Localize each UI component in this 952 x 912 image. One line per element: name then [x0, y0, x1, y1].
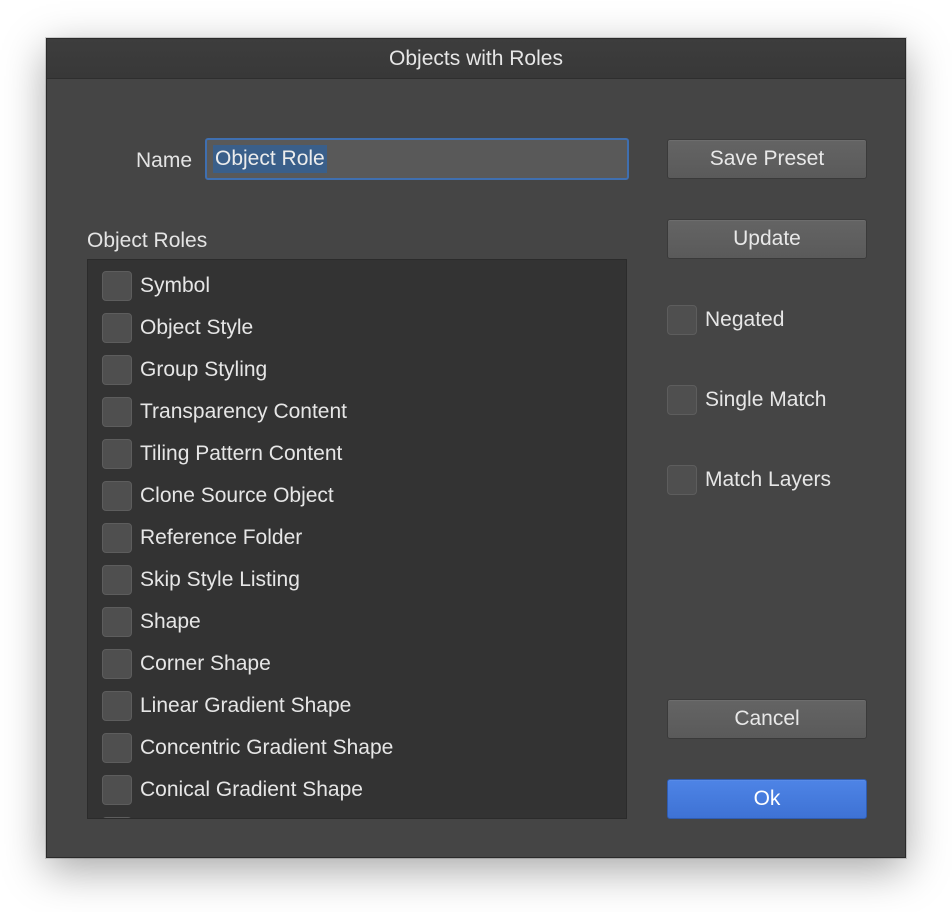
- role-checkbox[interactable]: [102, 481, 132, 511]
- role-label: Object Style: [140, 316, 254, 339]
- role-checkbox[interactable]: [102, 313, 132, 343]
- negated-label: Negated: [705, 308, 785, 331]
- role-label: Symbol: [140, 274, 211, 297]
- cancel-button[interactable]: Cancel: [667, 699, 867, 739]
- dialog-title: Objects with Roles: [47, 39, 905, 79]
- role-label: Reference Folder: [140, 526, 303, 549]
- role-label: Conical Gradient Shape: [140, 778, 363, 801]
- list-item[interactable]: Reference Folder: [102, 522, 302, 554]
- object-roles-list[interactable]: Symbol Object Style Group Styling Transp…: [87, 259, 627, 819]
- list-item[interactable]: Skip Style Listing: [102, 564, 300, 596]
- role-label: Transparency Content: [140, 400, 347, 423]
- role-checkbox[interactable]: [102, 607, 132, 637]
- list-item-partial[interactable]: [102, 816, 132, 818]
- role-checkbox[interactable]: [102, 565, 132, 595]
- save-preset-button[interactable]: Save Preset: [667, 139, 867, 179]
- single-match-checkbox[interactable]: [667, 385, 697, 415]
- role-checkbox[interactable]: [102, 271, 132, 301]
- list-item[interactable]: Conical Gradient Shape: [102, 774, 363, 806]
- single-match-option[interactable]: Single Match: [667, 384, 826, 416]
- single-match-label: Single Match: [705, 388, 827, 411]
- dialog-window: Objects with Roles Name Object Role Save…: [46, 38, 906, 858]
- match-layers-checkbox[interactable]: [667, 465, 697, 495]
- role-label: Group Styling: [140, 358, 268, 381]
- name-input[interactable]: Object Role: [205, 138, 629, 180]
- match-layers-label: Match Layers: [705, 468, 832, 491]
- role-label: Clone Source Object: [140, 484, 334, 507]
- negated-option[interactable]: Negated: [667, 304, 784, 336]
- list-item[interactable]: Object Style: [102, 312, 253, 344]
- role-checkbox[interactable]: [102, 817, 132, 818]
- role-checkbox[interactable]: [102, 649, 132, 679]
- role-checkbox[interactable]: [102, 397, 132, 427]
- role-checkbox[interactable]: [102, 775, 132, 805]
- list-item[interactable]: Corner Shape: [102, 648, 271, 680]
- update-button[interactable]: Update: [667, 219, 867, 259]
- list-item[interactable]: Symbol: [102, 270, 210, 302]
- name-input-value: Object Role: [213, 145, 327, 173]
- list-item[interactable]: Clone Source Object: [102, 480, 334, 512]
- list-item[interactable]: Transparency Content: [102, 396, 347, 428]
- object-roles-label: Object Roles: [87, 229, 208, 252]
- list-item[interactable]: Tiling Pattern Content: [102, 438, 342, 470]
- role-checkbox[interactable]: [102, 439, 132, 469]
- list-item[interactable]: Group Styling: [102, 354, 267, 386]
- match-layers-option[interactable]: Match Layers: [667, 464, 831, 496]
- list-item[interactable]: Concentric Gradient Shape: [102, 732, 393, 764]
- list-item[interactable]: Shape: [102, 606, 201, 638]
- role-label: Shape: [140, 610, 201, 633]
- role-checkbox[interactable]: [102, 733, 132, 763]
- negated-checkbox[interactable]: [667, 305, 697, 335]
- role-checkbox[interactable]: [102, 355, 132, 385]
- role-checkbox[interactable]: [102, 523, 132, 553]
- ok-button[interactable]: Ok: [667, 779, 867, 819]
- role-label: Linear Gradient Shape: [140, 694, 352, 717]
- role-label: Tiling Pattern Content: [140, 442, 343, 465]
- role-label: Skip Style Listing: [140, 568, 300, 591]
- role-label: Concentric Gradient Shape: [140, 736, 394, 759]
- role-label: Corner Shape: [140, 652, 271, 675]
- role-checkbox[interactable]: [102, 691, 132, 721]
- list-item[interactable]: Linear Gradient Shape: [102, 690, 351, 722]
- name-label: Name: [136, 149, 193, 172]
